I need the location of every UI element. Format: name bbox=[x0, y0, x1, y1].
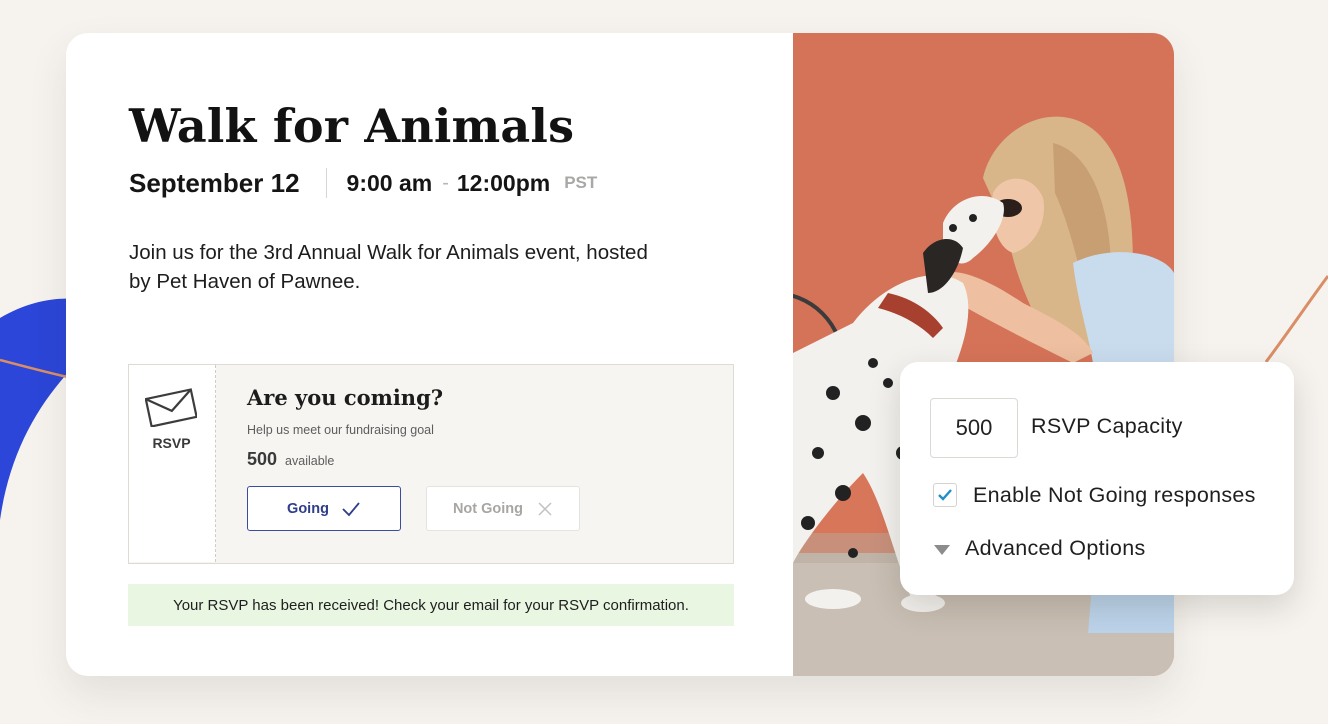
event-date: September 12 bbox=[129, 167, 300, 198]
envelope-icon bbox=[144, 387, 198, 432]
rsvp-availability: 500 available bbox=[247, 449, 723, 470]
advanced-options-toggle[interactable]: Advanced Options bbox=[965, 536, 1146, 561]
going-button-label: Going bbox=[287, 500, 329, 517]
event-end-time: 12:00pm bbox=[456, 169, 551, 196]
checkbox-check-icon bbox=[938, 489, 952, 501]
not-going-button-label: Not Going bbox=[452, 500, 524, 517]
rsvp-help-text: Help us meet our fundraising goal bbox=[247, 423, 434, 437]
rsvp-capacity-input[interactable]: 500 bbox=[930, 398, 1018, 458]
time-separator: - bbox=[442, 171, 449, 194]
checkmark-icon bbox=[341, 501, 361, 517]
rsvp-ticket-stub: RSVP bbox=[129, 365, 216, 562]
event-description: Join us for the 3rd Annual Walk for Anim… bbox=[129, 241, 648, 293]
rsvp-content: Are you coming? Help us meet our fundrai… bbox=[247, 385, 723, 531]
decor-line-right bbox=[1264, 275, 1328, 363]
available-label: available bbox=[285, 454, 335, 468]
not-going-button[interactable]: Not Going bbox=[426, 486, 580, 531]
confirmation-message: Your RSVP has been received! Check your … bbox=[173, 596, 689, 614]
rsvp-settings-panel: 500 RSVP Capacity Enable Not Going respo… bbox=[900, 362, 1294, 595]
caret-down-icon[interactable] bbox=[933, 543, 951, 561]
going-button[interactable]: Going bbox=[247, 486, 401, 531]
event-title: Walk for Animals bbox=[129, 99, 575, 153]
enable-not-going-checkbox[interactable] bbox=[933, 483, 957, 507]
enable-not-going-label[interactable]: Enable Not Going responses bbox=[973, 483, 1256, 508]
rsvp-question: Are you coming? bbox=[247, 385, 444, 410]
rsvp-tag-label: RSVP bbox=[152, 435, 191, 451]
rsvp-widget: RSVP Are you coming? Help us meet our fu… bbox=[128, 364, 734, 564]
event-start-time: 9:00 am bbox=[346, 169, 433, 196]
datetime-divider bbox=[325, 168, 327, 198]
event-datetime: September 12 9:00 am - 12:00pm PST bbox=[129, 167, 597, 199]
available-count: 500 bbox=[247, 449, 278, 469]
rsvp-buttons: Going Not Going bbox=[247, 486, 723, 531]
rsvp-capacity-label: RSVP Capacity bbox=[1031, 414, 1183, 438]
close-icon bbox=[537, 501, 553, 517]
rsvp-confirmation-banner: Your RSVP has been received! Check your … bbox=[128, 584, 734, 626]
event-timezone: PST bbox=[564, 173, 598, 192]
